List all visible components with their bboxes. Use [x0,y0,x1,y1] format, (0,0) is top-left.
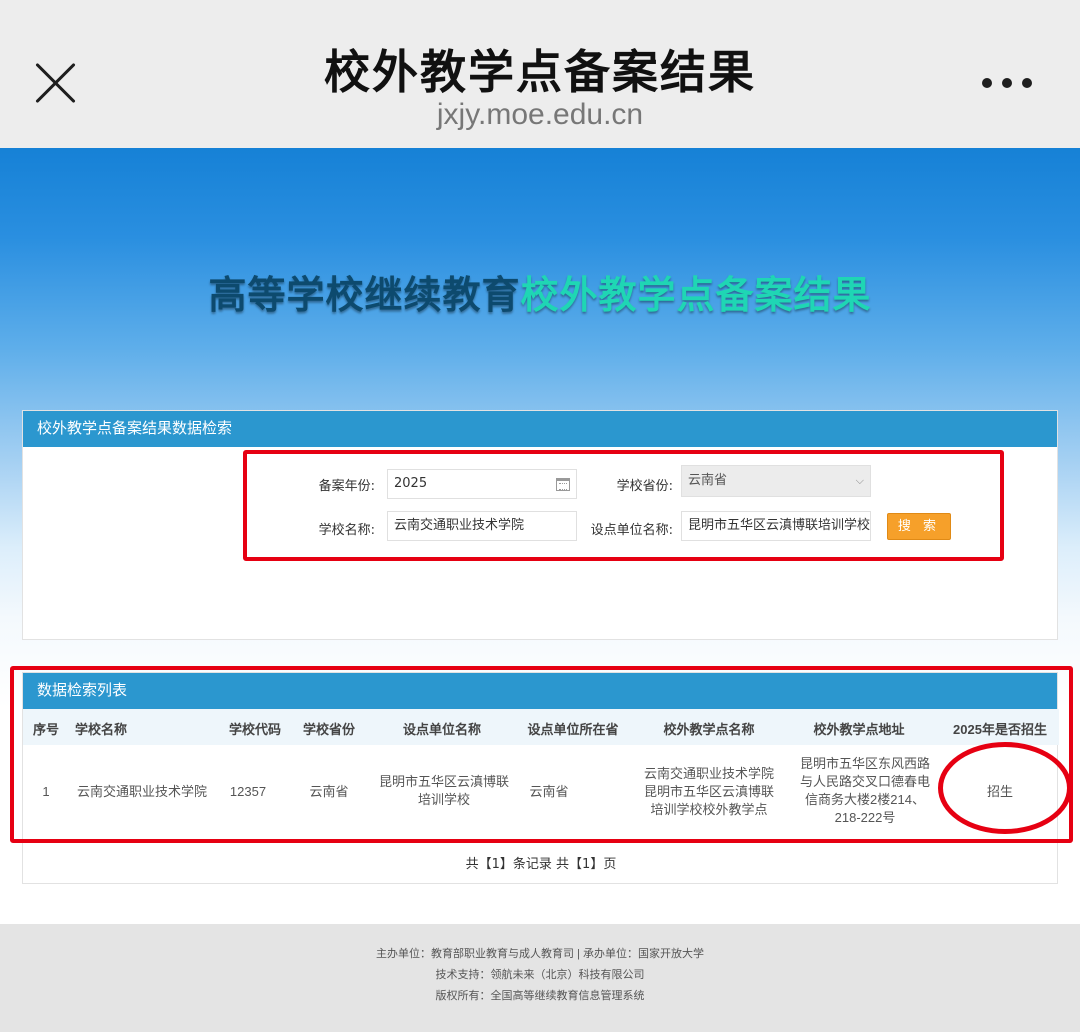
banner-title-part2: 校外教学点备案结果 [520,273,872,317]
search-panel-header: 校外教学点备案结果数据检索 [23,411,1057,447]
footer-line2: 技术支持：领航未来（北京）科技有限公司 [435,969,645,981]
page-title: 校外教学点备案结果 [324,45,756,99]
banner-title-part1: 高等学校继续教育 [208,273,521,317]
annotation-search-box [243,450,1004,561]
pagination: 共【1】条记录 共【1】页 [465,857,617,872]
footer-line3: 版权所有：全国高等继续教育信息管理系统 [435,990,645,1002]
annotation-enroll-circle [938,742,1072,834]
more-options-icon[interactable] [982,78,1032,90]
footer-line1: 主办单位：教育部职业教育与成人教育司 | 承办单位：国家开放大学 [376,948,704,960]
banner-title: 高等学校继续教育校外教学点备案结果 [0,264,1080,319]
browser-topbar: 校外教学点备案结果 jxjy.moe.edu.cn [0,0,1080,148]
annotation-result-box [10,666,1073,843]
page-url: jxjy.moe.edu.cn [436,98,644,131]
footer: 主办单位：教育部职业教育与成人教育司 | 承办单位：国家开放大学 技术支持：领航… [0,924,1080,1032]
